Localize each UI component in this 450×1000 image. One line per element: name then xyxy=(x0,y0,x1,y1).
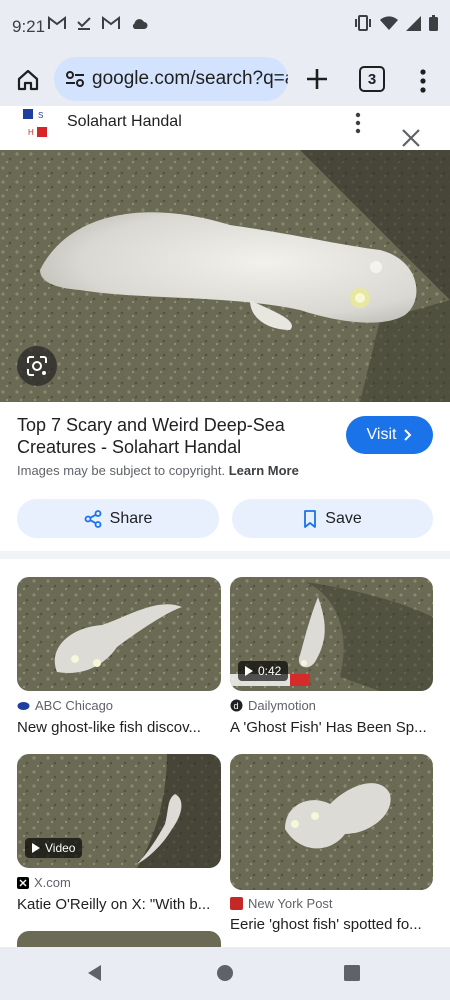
result-source: d Dailymotion xyxy=(230,698,316,713)
result-thumbnail[interactable] xyxy=(230,754,433,890)
chevron-right-icon xyxy=(404,429,412,441)
battery-icon xyxy=(429,15,438,31)
result-title[interactable]: Eerie 'ghost fish' spotted fo... xyxy=(230,916,433,933)
wifi-icon xyxy=(380,15,398,30)
site-name[interactable]: Solahart Handal xyxy=(67,113,182,131)
source-favicon: d xyxy=(230,699,243,712)
image-title[interactable]: Top 7 Scary and Weird Deep-Sea Creatures… xyxy=(17,414,317,458)
tab-count: 3 xyxy=(367,70,377,88)
save-button[interactable]: Save xyxy=(232,499,433,538)
share-button[interactable]: Share xyxy=(17,499,219,538)
tab-switcher-button[interactable]: 3 xyxy=(359,66,385,92)
duration-text: 0:42 xyxy=(258,664,282,678)
copyright-notice: Images may be subject to copyright. Lear… xyxy=(17,463,299,478)
video-badge: Video xyxy=(25,838,83,858)
share-label: Share xyxy=(109,509,153,527)
section-divider xyxy=(0,551,450,559)
system-nav-bar xyxy=(0,947,450,1000)
logo-letter-h: H xyxy=(28,128,34,137)
play-icon xyxy=(245,666,253,676)
home-button[interactable] xyxy=(12,64,44,96)
svg-text:d: d xyxy=(234,701,239,711)
source-name: X.com xyxy=(34,875,71,890)
url-text: google.com/search?q=a xyxy=(92,68,288,89)
browser-toolbar: google.com/search?q=a 3 xyxy=(0,54,450,106)
source-name: ABC Chicago xyxy=(35,698,114,713)
result-title[interactable]: Katie O'Reilly on X: "With b... xyxy=(17,896,221,913)
more-options-icon[interactable] xyxy=(350,111,366,135)
result-card-partial[interactable] xyxy=(17,931,221,947)
source-name: New York Post xyxy=(248,896,333,911)
result-card[interactable]: 0:42 d Dailymotion A 'Ghost Fish' Has Be… xyxy=(230,577,433,742)
vibrate-icon xyxy=(355,15,371,31)
source-favicon xyxy=(17,701,30,710)
cloud-icon xyxy=(132,18,148,29)
gmail-icon xyxy=(102,16,120,29)
lens-search-button[interactable] xyxy=(17,346,57,386)
result-card[interactable]: Video X.com Katie O'Reilly on X: "With b… xyxy=(17,754,221,919)
copyright-text: Images may be subject to copyright. xyxy=(17,463,226,478)
site-settings-icon[interactable] xyxy=(64,68,86,90)
result-title[interactable]: A 'Ghost Fish' Has Been Sp... xyxy=(230,719,433,736)
result-source: New York Post xyxy=(230,896,333,911)
video-duration-badge: 0:42 xyxy=(238,661,289,681)
home-icon xyxy=(17,69,39,91)
back-icon[interactable] xyxy=(86,964,104,982)
address-bar[interactable]: google.com/search?q=a xyxy=(54,57,288,101)
close-icon[interactable] xyxy=(400,127,422,149)
result-thumbnail[interactable] xyxy=(17,931,221,947)
status-time: 9:21 xyxy=(12,17,46,36)
home-nav-icon[interactable] xyxy=(216,964,234,982)
source-favicon xyxy=(230,897,243,910)
share-icon xyxy=(84,509,102,528)
bookmark-icon xyxy=(304,509,317,528)
status-bar: 9:21 xyxy=(0,0,450,54)
source-name: Dailymotion xyxy=(248,698,316,713)
logo-letter-s: S xyxy=(38,111,43,120)
main-image[interactable] xyxy=(0,150,450,402)
result-source: ABC Chicago xyxy=(17,698,113,713)
visit-label: Visit xyxy=(366,426,397,443)
play-icon xyxy=(32,843,40,853)
gmail-icon xyxy=(48,16,66,29)
result-card[interactable]: ABC Chicago New ghost-like fish discov..… xyxy=(17,577,221,742)
video-label: Video xyxy=(45,841,76,855)
google-lens-icon xyxy=(27,356,47,376)
save-label: Save xyxy=(325,509,362,527)
result-thumbnail[interactable] xyxy=(17,577,221,691)
recents-icon[interactable] xyxy=(344,965,360,981)
visit-button[interactable]: Visit xyxy=(346,416,433,454)
signal-icon xyxy=(406,15,421,31)
x-logo-icon xyxy=(17,876,29,889)
overflow-menu-icon[interactable] xyxy=(413,66,433,96)
result-source: X.com xyxy=(17,875,71,890)
download-done-icon xyxy=(77,17,91,30)
learn-more-link[interactable]: Learn More xyxy=(229,463,299,478)
site-logo: S H xyxy=(23,109,47,137)
result-card[interactable]: New York Post Eerie 'ghost fish' spotted… xyxy=(230,754,433,939)
new-tab-icon[interactable] xyxy=(302,64,332,94)
result-title[interactable]: New ghost-like fish discov... xyxy=(17,719,221,736)
